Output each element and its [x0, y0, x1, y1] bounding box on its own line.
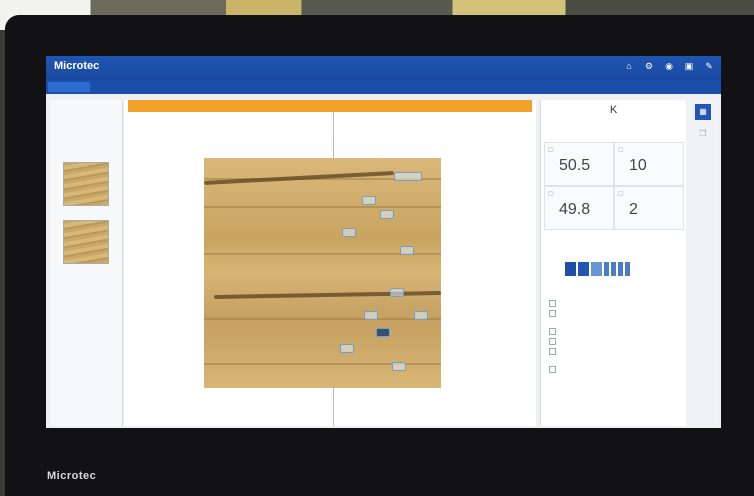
layers-icon[interactable]: ❐ [695, 126, 711, 142]
class-chip[interactable] [591, 262, 602, 276]
tile-icon: ▢ [548, 191, 554, 197]
checkbox[interactable] [549, 327, 556, 335]
defect-group-label [549, 318, 681, 326]
tile-value: 50.5 [559, 157, 591, 174]
bezel-logo: Microtec [47, 470, 97, 482]
defect-marker[interactable] [340, 344, 354, 353]
class-chip[interactable] [578, 262, 589, 276]
wood-grain [204, 206, 441, 208]
defect-marker[interactable] [400, 246, 414, 255]
brand-logo: Microtec [54, 60, 100, 72]
list-item[interactable] [549, 326, 681, 336]
list-item[interactable] [549, 308, 681, 318]
class-chip[interactable] [565, 262, 576, 276]
class-chip[interactable] [618, 262, 623, 276]
metric-tile: ▢ 2 [614, 186, 684, 230]
grade-value: K [609, 104, 618, 116]
checkbox[interactable] [549, 299, 556, 307]
tab-live[interactable] [48, 82, 90, 92]
checkbox[interactable] [549, 365, 556, 373]
class-chip[interactable] [604, 262, 609, 276]
defect-marker[interactable] [362, 196, 376, 205]
thumbnail-panel [50, 100, 123, 426]
checkbox[interactable] [549, 337, 556, 345]
settings-icon[interactable]: ⚙ [643, 60, 655, 72]
defect-list [549, 290, 681, 374]
grading-panel: K ▢ 50.5 ▢ 10 ▢ 49.8 ▢ 2 [540, 100, 686, 426]
checkbox[interactable] [549, 347, 556, 355]
tile-value: 10 [629, 157, 647, 174]
defect-marker[interactable] [364, 311, 378, 320]
list-item[interactable] [549, 346, 681, 356]
defect-marker[interactable] [342, 228, 356, 237]
right-toolbar: ▦ ❐ [687, 100, 719, 426]
defect-marker[interactable] [380, 210, 394, 219]
metric-tile: ▢ 10 [614, 142, 684, 186]
tile-icon: ▢ [618, 191, 624, 197]
class-chip[interactable] [611, 262, 616, 276]
app-screen: Microtec ⌂ ⚙ ◉ ▣ ✎ K ▢ 50.5 ▢ 10 ▢ 49.8 … [46, 56, 721, 428]
defect-group-label [549, 356, 681, 364]
home-icon[interactable]: ⌂ [623, 60, 635, 72]
tools-icon[interactable]: ✎ [703, 60, 715, 72]
list-item[interactable] [549, 336, 681, 346]
board-image[interactable] [204, 158, 441, 388]
header-icons: ⌂ ⚙ ◉ ▣ ✎ [623, 60, 715, 72]
class-chip[interactable] [625, 262, 630, 276]
tab-reports[interactable] [152, 82, 190, 92]
wood-grain [204, 318, 441, 320]
board-view [124, 100, 536, 426]
thumbnail-panel-title [50, 100, 122, 108]
tile-icon: ▢ [548, 147, 554, 153]
tile-value: 2 [629, 201, 638, 218]
tile-value: 49.8 [559, 201, 591, 218]
tab-history[interactable] [94, 82, 148, 92]
board-thumbnail[interactable] [63, 220, 109, 264]
app-header: Microtec ⌂ ⚙ ◉ ▣ ✎ [46, 56, 721, 80]
metric-tile: ▢ 50.5 [544, 142, 614, 186]
board-thumbnail[interactable] [63, 162, 109, 206]
metric-tile: ▢ 49.8 [544, 186, 614, 230]
defect-marker[interactable] [390, 288, 404, 297]
save-icon[interactable]: ▣ [683, 60, 695, 72]
board-view-header [128, 100, 532, 112]
list-item[interactable] [549, 298, 681, 308]
checkbox[interactable] [549, 309, 556, 317]
defect-marker[interactable] [414, 311, 428, 320]
defect-marker[interactable] [394, 172, 422, 181]
defect-group-label [549, 290, 681, 298]
tile-icon: ▢ [618, 147, 624, 153]
list-item[interactable] [549, 364, 681, 374]
grid-icon[interactable]: ▦ [695, 104, 711, 120]
defect-marker[interactable] [392, 362, 406, 371]
defect-marker[interactable] [376, 328, 390, 337]
camera-icon[interactable]: ◉ [663, 60, 675, 72]
tab-bar [46, 80, 721, 94]
wood-crack [213, 291, 441, 299]
class-selector [565, 262, 630, 276]
